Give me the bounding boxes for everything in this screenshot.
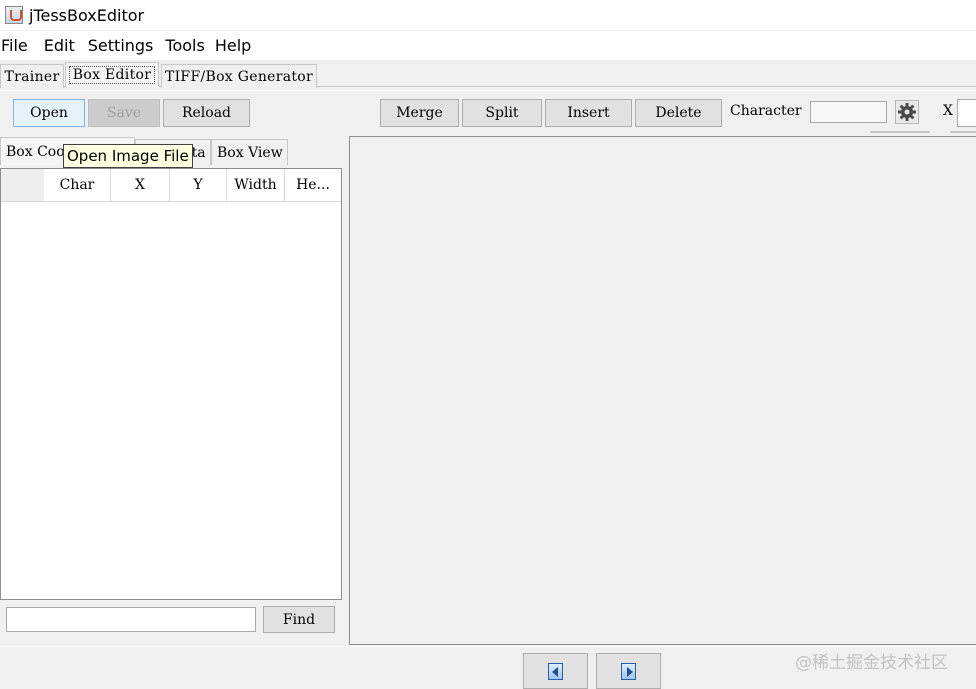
next-page-button[interactable] [596,653,661,689]
find-button[interactable]: Find [263,606,335,633]
previous-page-icon [548,662,563,680]
tab-box-editor-label: Box Editor [68,66,156,84]
window-title: jTessBoxEditor [29,5,145,25]
column-char[interactable]: Char [44,169,111,202]
menu-edit[interactable]: Edit [42,36,83,55]
menu-file[interactable]: File [0,36,36,55]
save-button[interactable]: Save [88,99,160,127]
box-list-panel: Box Coordinates Box Data Box View Char X… [0,135,348,643]
next-page-icon [621,662,636,680]
menu-bar: File Edit Settings Tools Help [0,31,976,60]
tab-box-editor[interactable]: Box Editor [65,62,159,87]
tab-trainer[interactable]: Trainer [0,64,64,88]
column-width[interactable]: Width [227,169,285,202]
merge-button[interactable]: Merge [380,99,459,127]
open-button-tooltip: Open Image File [63,144,193,168]
reload-button[interactable]: Reload [163,99,250,127]
find-input[interactable] [6,607,256,632]
row-header-column[interactable] [1,169,44,202]
menu-settings[interactable]: Settings [86,36,162,55]
toolbar-underline [870,131,930,133]
x-label: X [943,103,953,119]
main-tab-strip: Trainer Box Editor TIFF/Box Generator [0,61,976,88]
title-bar: jTessBoxEditor [0,0,976,30]
watermark: @稀土掘金技术社区 [795,653,948,673]
tab-tiff-box-generator-label: TIFF/Box Generator [164,68,314,85]
column-height[interactable]: He... [285,169,341,202]
tab-trainer-label: Trainer [4,68,60,85]
image-view-panel[interactable] [349,136,976,645]
menu-help[interactable]: Help [213,36,259,55]
toolbar-divider [0,90,976,91]
delete-button[interactable]: Delete [635,99,722,127]
previous-page-button[interactable] [523,653,588,689]
column-x[interactable]: X [111,169,170,202]
split-button[interactable]: Split [462,99,542,127]
menu-tools[interactable]: Tools [163,36,212,55]
open-button[interactable]: Open [13,99,85,127]
box-coordinates-table[interactable]: Char X Y Width He... [0,168,342,600]
table-header: Char X Y Width He... [1,169,341,202]
character-field[interactable] [810,101,887,123]
column-y[interactable]: Y [170,169,227,202]
tab-box-view[interactable]: Box View [211,139,288,165]
split-pane-divider[interactable] [342,135,349,645]
font-settings-button[interactable] [895,100,919,124]
x-field[interactable] [957,99,976,127]
tab-tiff-box-generator[interactable]: TIFF/Box Generator [161,64,317,88]
toolbar-underline-x [950,131,976,133]
gear-icon [898,103,916,121]
insert-button[interactable]: Insert [545,99,632,127]
java-app-icon [5,6,23,24]
character-label: Character [730,103,802,119]
